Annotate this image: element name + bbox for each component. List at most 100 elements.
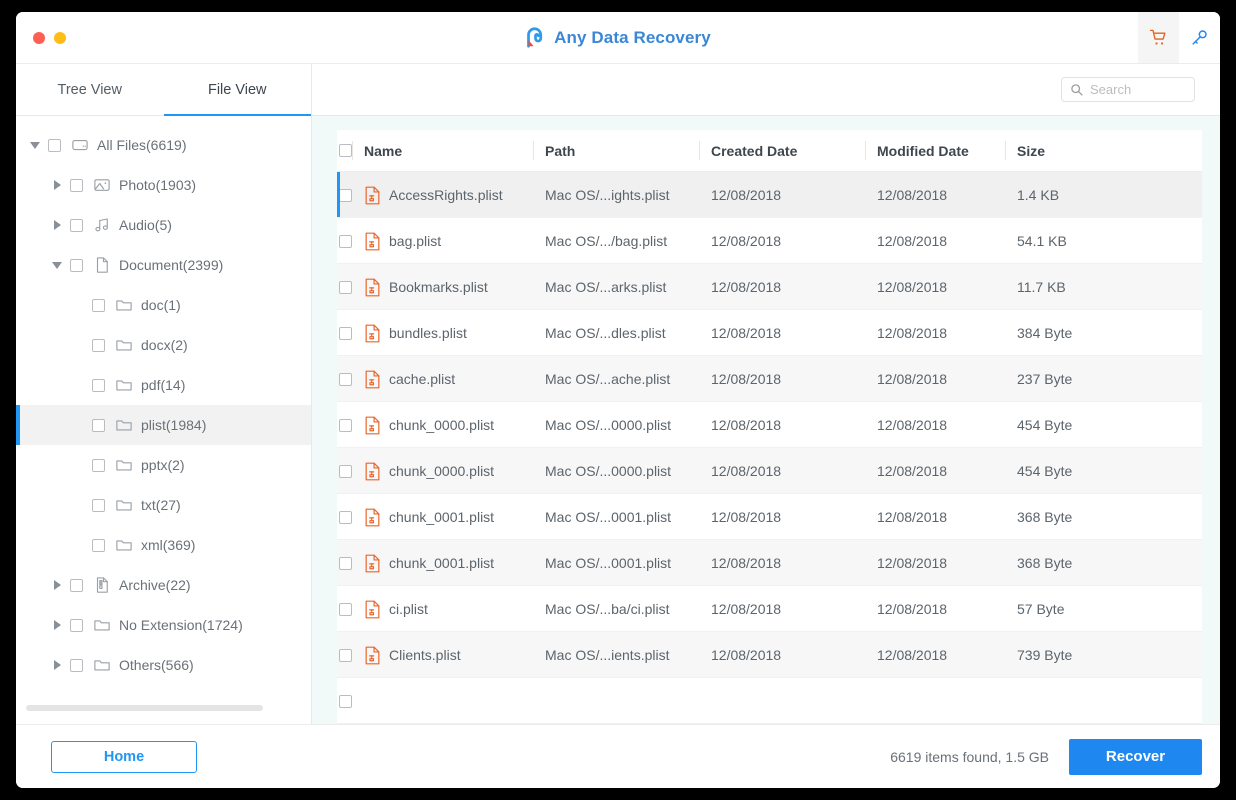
tree-caret-placeholder xyxy=(74,539,86,551)
chevron-right-icon[interactable] xyxy=(52,579,64,591)
tree-item-docx[interactable]: docx(2) xyxy=(16,325,311,365)
file-name: Clients.plist xyxy=(389,647,461,663)
tree-item-checkbox[interactable] xyxy=(70,218,83,232)
tree-item-pptx[interactable]: pptx(2) xyxy=(16,445,311,485)
tree-item-checkbox[interactable] xyxy=(48,138,61,152)
tree-item-audio[interactable]: Audio(5) xyxy=(16,205,311,245)
tree-item-checkbox[interactable] xyxy=(70,618,83,632)
file-modified-date: 12/08/2018 xyxy=(877,279,948,295)
table-row[interactable]: cache.plist Mac OS/...ache.plist 12/08/201… xyxy=(337,356,1202,402)
table-row[interactable]: Clients.plist Mac OS/...ients.plist 12/08/… xyxy=(337,632,1202,678)
row-checkbox[interactable] xyxy=(339,648,352,662)
chevron-right-icon[interactable] xyxy=(52,219,64,231)
row-checkbox[interactable] xyxy=(339,464,352,478)
row-checkbox[interactable] xyxy=(339,418,352,432)
row-checkbox[interactable] xyxy=(339,694,352,708)
table-row[interactable]: ci.plist Mac OS/...ba/ci.plist 12/08/2018 1… xyxy=(337,586,1202,632)
tree-item-checkbox[interactable] xyxy=(92,338,105,352)
column-header-modified-date[interactable]: Modified Date xyxy=(865,130,1017,171)
row-select-cell xyxy=(337,586,364,632)
file-table-body: AccessRights.plist Mac OS/...ights.plist 1… xyxy=(337,172,1202,724)
row-checkbox[interactable] xyxy=(339,602,352,616)
file-name: chunk_0001.plist xyxy=(389,509,495,525)
row-checkbox[interactable] xyxy=(339,234,352,248)
select-all-checkbox[interactable] xyxy=(339,144,352,157)
chevron-right-icon[interactable] xyxy=(52,659,64,671)
tree-item-checkbox[interactable] xyxy=(70,578,83,592)
table-row[interactable]: bundles.plist Mac OS/...dles.plist 12/08/2… xyxy=(337,310,1202,356)
minimize-button[interactable] xyxy=(54,31,66,44)
sidebar-hscrollbar-track[interactable] xyxy=(26,705,301,711)
tree-item-checkbox[interactable] xyxy=(92,298,105,312)
table-row[interactable]: chunk_0000.plist Mac OS/...0000.plist 12/0… xyxy=(337,448,1202,494)
tree-item-plist[interactable]: plist(1984) xyxy=(16,405,311,445)
file-created-date: 12/08/2018 xyxy=(711,647,782,663)
tree-item-txt[interactable]: txt(27) xyxy=(16,485,311,525)
sidebar-hscrollbar-thumb[interactable] xyxy=(26,705,263,711)
table-row[interactable]: chunk_0000.plist Mac OS/...0000.plist 12/0… xyxy=(337,402,1202,448)
shopping-cart-button[interactable] xyxy=(1138,12,1179,63)
tree-item-doc[interactable]: doc(1) xyxy=(16,285,311,325)
file-table: Name Path Created Date Modified Date Siz… xyxy=(337,130,1202,724)
row-checkbox[interactable] xyxy=(339,372,352,386)
tree-item-label: All Files(6619) xyxy=(97,137,187,153)
tab-tree-view[interactable]: Tree View xyxy=(16,64,164,115)
row-select-cell xyxy=(337,264,364,310)
tree-item-no-extension[interactable]: No Extension(1724) xyxy=(16,605,311,645)
table-row[interactable]: chunk_0001.plist Mac OS/...0001.plist 12/0… xyxy=(337,540,1202,586)
tree-item-photo[interactable]: Photo(1903) xyxy=(16,165,311,205)
table-row[interactable]: chunk_0001.plist Mac OS/...0001.plist 12/0… xyxy=(337,494,1202,540)
file-modified-date-cell: 12/08/2018 xyxy=(877,494,1017,540)
chevron-right-icon[interactable] xyxy=(52,179,64,191)
row-select-cell xyxy=(337,402,364,448)
table-row[interactable]: AccessRights.plist Mac OS/...ights.plist 1… xyxy=(337,172,1202,218)
row-checkbox[interactable] xyxy=(339,188,352,202)
column-header-created-date[interactable]: Created Date xyxy=(699,130,877,171)
tree-item-checkbox[interactable] xyxy=(70,178,83,192)
recover-button[interactable]: Recover xyxy=(1069,738,1202,775)
tree-item-all-files[interactable]: All Files(6619) xyxy=(16,125,311,165)
column-header-name[interactable]: Name xyxy=(352,130,545,171)
tree-item-checkbox[interactable] xyxy=(70,258,83,272)
tree-item-checkbox[interactable] xyxy=(92,498,105,512)
search-input[interactable] xyxy=(1090,82,1186,97)
folder-icon xyxy=(115,336,133,354)
tree-item-checkbox[interactable] xyxy=(92,418,105,432)
home-button[interactable]: Home xyxy=(51,740,197,773)
table-row[interactable]: Bookmarks.plist Mac OS/...arks.plist 12/08… xyxy=(337,264,1202,310)
tree-item-checkbox[interactable] xyxy=(92,458,105,472)
row-checkbox[interactable] xyxy=(339,326,352,340)
file-path-cell: Mac OS/...ba/ci.plist xyxy=(545,586,711,632)
column-header-size[interactable]: Size xyxy=(1005,130,1202,171)
file-modified-date-cell: 12/08/2018 xyxy=(877,356,1017,402)
row-checkbox[interactable] xyxy=(339,556,352,570)
tree-item-document[interactable]: Document(2399) xyxy=(16,245,311,285)
tree-item-xml[interactable]: xml(369) xyxy=(16,525,311,565)
search-box[interactable] xyxy=(1061,77,1195,102)
tab-file-view[interactable]: File View xyxy=(163,64,312,116)
chevron-down-icon[interactable] xyxy=(30,139,42,151)
license-key-button[interactable] xyxy=(1179,12,1220,63)
plist-file-icon xyxy=(364,508,381,527)
chevron-right-icon[interactable] xyxy=(52,619,64,631)
column-header-path[interactable]: Path xyxy=(533,130,711,171)
tree-item-pdf[interactable]: pdf(14) xyxy=(16,365,311,405)
row-checkbox[interactable] xyxy=(339,280,352,294)
sidebar-hscrollbar[interactable] xyxy=(16,700,311,724)
tree-item-checkbox[interactable] xyxy=(92,538,105,552)
tree-item-checkbox[interactable] xyxy=(70,658,83,672)
tree-item-archive[interactable]: Archive(22) xyxy=(16,565,311,605)
chevron-down-icon[interactable] xyxy=(52,259,64,271)
file-name-cell: chunk_0001.plist xyxy=(364,540,545,586)
close-button[interactable] xyxy=(33,31,45,44)
row-select-cell xyxy=(337,310,364,356)
tree-item-checkbox[interactable] xyxy=(92,378,105,392)
row-checkbox[interactable] xyxy=(339,510,352,524)
file-path: Mac OS/...dles.plist xyxy=(545,325,666,341)
table-row[interactable]: bag.plist Mac OS/.../bag.plist 12/08/2018 1… xyxy=(337,218,1202,264)
file-created-date-cell: 12/08/2018 xyxy=(711,402,877,448)
table-row[interactable] xyxy=(337,678,1202,724)
folder-icon xyxy=(93,616,111,634)
tree-item-others[interactable]: Others(566) xyxy=(16,645,311,685)
file-created-date-cell: 12/08/2018 xyxy=(711,494,877,540)
